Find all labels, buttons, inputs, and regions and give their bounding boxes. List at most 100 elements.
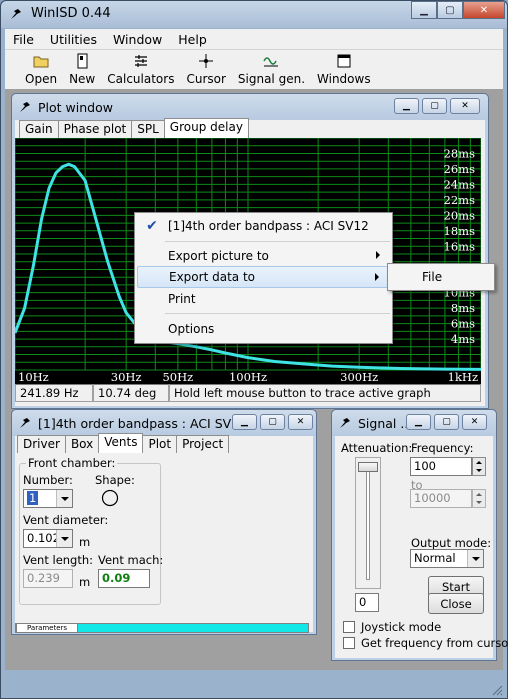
cursor-label: Cursor (186, 72, 226, 86)
vent-length-field[interactable]: 0.239 (23, 569, 73, 588)
menu-bar: File Utilities Window Help (5, 29, 503, 49)
context-item-export-picture-label: Export picture to (168, 249, 269, 263)
tab-project[interactable]: Project (176, 435, 230, 453)
signal-window-title: Signal ... (358, 416, 413, 431)
tab-driver[interactable]: Driver (17, 435, 66, 453)
signal-close-button[interactable]: ✕ (462, 414, 487, 430)
number-label: Number: (23, 473, 73, 487)
project-maximize-button[interactable]: ▢ (260, 414, 285, 430)
project-window-icon (20, 418, 30, 428)
context-separator (165, 241, 390, 242)
to-frequency-field[interactable]: 10000 (410, 489, 472, 508)
calculators-button[interactable]: Calculators (101, 50, 180, 89)
tab-gain[interactable]: Gain (19, 120, 59, 138)
y-tick-label: 16ms (444, 239, 476, 253)
project-tabs: Driver Box Vents Plot Project (17, 433, 230, 453)
signal-gen-button[interactable]: Signal gen. (232, 50, 311, 89)
plot-window-icon (20, 102, 30, 112)
tab-phase-plot[interactable]: Phase plot (57, 120, 133, 138)
slider-thumb[interactable] (358, 462, 378, 472)
context-item-active-graph-label: [1]4th order bandpass : ACI SV12 (168, 219, 369, 233)
signal-maximize-button[interactable]: ▢ (434, 414, 459, 430)
context-item-active-graph[interactable]: ✔ [1]4th order bandpass : ACI SV12 (137, 215, 390, 237)
project-window-title: [1]4th order bandpass : ACI SV12 (38, 416, 248, 431)
minimize-button[interactable]: ▁ (411, 1, 437, 19)
y-tick-label: 4ms (451, 332, 475, 346)
close-signal-button[interactable]: Close (428, 593, 484, 614)
plot-window-title: Plot window (38, 100, 113, 115)
chevron-down-icon (56, 490, 72, 507)
project-minimize-button[interactable]: ▁ (232, 414, 257, 430)
new-label: New (69, 72, 96, 86)
plot-maximize-button[interactable]: ▢ (422, 98, 447, 114)
y-tick-label: 28ms (444, 146, 476, 160)
shape-label: Shape: (95, 473, 135, 487)
vent-length-label: Vent length: (23, 553, 94, 567)
resize-grip-icon[interactable] (491, 684, 503, 696)
context-item-print[interactable]: Print (137, 288, 390, 310)
to-frequency-spinner[interactable] (472, 489, 486, 508)
toolbar: Open New Calculators Cursor Signal gen. … (5, 49, 503, 89)
context-item-export-data[interactable]: Export data to (137, 266, 390, 288)
vent-diameter-value: 0.102 (27, 531, 60, 545)
context-item-export-picture[interactable]: Export picture to (137, 245, 390, 267)
menu-file[interactable]: File (13, 32, 34, 47)
tab-plot[interactable]: Plot (142, 435, 178, 453)
close-icon: ✕ (479, 4, 489, 16)
tab-spl[interactable]: SPL (131, 120, 165, 138)
menu-help[interactable]: Help (178, 32, 207, 47)
close-icon: ✕ (461, 101, 469, 111)
crosshair-icon (199, 54, 214, 68)
project-close-button[interactable]: ✕ (288, 414, 313, 430)
number-select[interactable]: 1 (23, 489, 73, 508)
get-frequency-checkbox[interactable] (343, 637, 355, 649)
cursor-button[interactable]: Cursor (180, 50, 231, 89)
submenu-arrow-icon (375, 273, 379, 281)
vent-diameter-select[interactable]: 0.102 (23, 529, 73, 548)
joystick-mode-label: Joystick mode (361, 620, 442, 634)
plot-minimize-button[interactable]: ▁ (394, 98, 419, 114)
new-document-icon (77, 53, 88, 69)
new-button[interactable]: New (63, 50, 101, 89)
minimize-icon: ▁ (415, 417, 422, 427)
plot-window-title-bar[interactable]: Plot window ▁ ▢ ✕ (12, 94, 488, 120)
main-title-bar[interactable]: WinISD 0.44 ▁ ▢ ✕ (1, 1, 507, 28)
signal-minimize-button[interactable]: ▁ (406, 414, 431, 430)
app-icon (11, 9, 21, 19)
close-icon: ✕ (296, 417, 305, 427)
x-tick-label: 100Hz (229, 370, 267, 384)
project-window-title-bar[interactable]: [1]4th order bandpass : ACI SV12 ▁ ▢ ✕ (12, 410, 316, 436)
folder-icon (33, 56, 49, 68)
menu-window[interactable]: Window (113, 32, 162, 47)
output-mode-select[interactable]: Normal (410, 549, 484, 568)
joystick-mode-checkbox[interactable] (343, 621, 355, 633)
close-button[interactable]: ✕ (463, 1, 505, 19)
number-value: 1 (27, 491, 39, 505)
attenuation-slider[interactable] (355, 457, 381, 589)
output-mode-label: Output mode: (411, 536, 492, 550)
open-button[interactable]: Open (19, 50, 63, 89)
context-item-options[interactable]: Options (137, 318, 390, 340)
circle-shape-icon[interactable] (101, 489, 119, 507)
attenuation-field[interactable]: 0 (355, 593, 379, 612)
frequency-spinner[interactable] (472, 457, 486, 476)
parameters-tab[interactable]: Parameters (16, 623, 78, 633)
submenu-item-file[interactable]: File (390, 266, 492, 288)
plot-close-button[interactable]: ✕ (450, 98, 480, 114)
tab-group-delay[interactable]: Group delay (163, 118, 249, 138)
frequency-field[interactable]: 100 (410, 457, 472, 476)
tab-box[interactable]: Box (64, 435, 100, 453)
vent-mach-label: Vent mach: (98, 553, 164, 567)
signal-window-title-bar[interactable]: Signal ... ▁ ▢ ✕ (332, 410, 496, 436)
context-separator (165, 313, 390, 314)
attenuation-label: Attenuation: (341, 441, 413, 455)
windows-button[interactable]: Windows (311, 50, 377, 89)
maximize-button[interactable]: ▢ (437, 1, 463, 19)
y-tick-label: 24ms (444, 177, 476, 191)
maximize-icon: ▢ (445, 4, 455, 16)
tab-vents[interactable]: Vents (98, 433, 144, 453)
y-tick-label: 26ms (444, 162, 476, 176)
context-item-export-data-label: Export data to (169, 270, 255, 284)
signal-window-icon (340, 418, 350, 428)
menu-utilities[interactable]: Utilities (50, 32, 97, 47)
